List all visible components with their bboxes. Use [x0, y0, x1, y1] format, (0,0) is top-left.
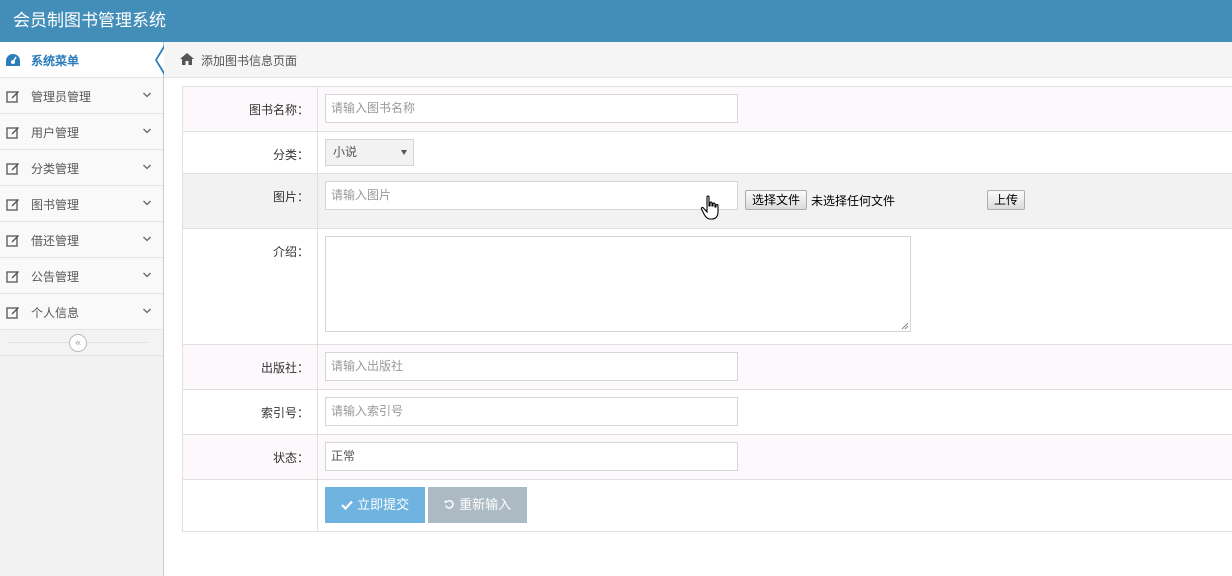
index-number-input[interactable]: 请输入索引号 — [325, 397, 738, 426]
form-row-category: 分类： 小说 — [183, 132, 1232, 174]
submit-button[interactable]: 立即提交 — [325, 487, 425, 523]
chevron-down-icon — [143, 164, 151, 170]
chevron-down-icon — [143, 128, 151, 134]
app-title: 会员制图书管理系统 — [13, 11, 166, 31]
sidebar-item-notices[interactable]: 公告管理 — [0, 258, 163, 294]
choose-file-button[interactable]: 选择文件 — [745, 190, 808, 210]
sidebar-item-users[interactable]: 用户管理 — [0, 114, 163, 150]
intro-textarea[interactable] — [325, 236, 911, 332]
reset-label: 重新输入 — [459, 498, 512, 513]
sidebar-collapse-row: « — [0, 330, 163, 356]
name-label: 图书名称： — [183, 87, 318, 131]
form-row-name: 图书名称： 请输入图书名称 — [183, 87, 1232, 132]
dashboard-icon — [6, 54, 20, 66]
status-input[interactable]: 正常 — [325, 442, 738, 471]
sidebar-item-label: 分类管理 — [31, 162, 80, 176]
image-label: 图片： — [183, 174, 318, 228]
image-input[interactable]: 请输入图片 — [325, 181, 738, 210]
upload-button[interactable]: 上传 — [987, 190, 1026, 210]
intro-label: 介绍： — [183, 229, 318, 344]
edit-icon — [6, 127, 19, 139]
sidebar-item-books[interactable]: 图书管理 — [0, 186, 163, 222]
form-row-status: 状态： 正常 — [183, 435, 1232, 480]
sidebar-item-admin[interactable]: 管理员管理 — [0, 78, 163, 114]
sidebar-item-borrow[interactable]: 借还管理 — [0, 222, 163, 258]
chevron-down-icon — [143, 236, 151, 242]
index-label: 索引号： — [183, 390, 318, 434]
form-row-publisher: 出版社： 请输入出版社 — [183, 345, 1232, 390]
category-select[interactable]: 小说 — [325, 139, 414, 166]
resize-grip-icon[interactable] — [901, 322, 909, 330]
edit-icon — [6, 235, 19, 247]
breadcrumb: 添加图书信息页面 — [164, 42, 1232, 78]
chevron-down-icon — [143, 92, 151, 98]
status-label: 状态： — [183, 435, 318, 479]
reset-button[interactable]: 重新输入 — [428, 487, 527, 523]
edit-icon — [6, 199, 19, 211]
hand-cursor-icon — [700, 195, 719, 220]
sidebar-collapse-button[interactable]: « — [69, 334, 87, 352]
chevron-down-icon — [143, 308, 151, 314]
home-icon — [180, 53, 194, 65]
sidebar-item-categories[interactable]: 分类管理 — [0, 150, 163, 186]
book-name-input[interactable]: 请输入图书名称 — [325, 94, 738, 123]
category-selected-value: 小说 — [333, 145, 358, 159]
top-header: 会员制图书管理系统 — [0, 0, 1232, 42]
sidebar: 系统菜单 管理员管理 用户管理 分类管理 图书管理 借还管理 公告管理 个人信息 — [0, 42, 165, 576]
edit-icon — [6, 271, 19, 283]
chevron-down-icon — [143, 272, 151, 278]
sidebar-item-label: 个人信息 — [31, 306, 80, 320]
sidebar-item-label: 借还管理 — [31, 234, 80, 248]
sidebar-item-label: 管理员管理 — [31, 90, 92, 104]
edit-icon — [6, 307, 19, 319]
check-icon — [341, 500, 353, 511]
submit-label: 立即提交 — [357, 498, 410, 513]
edit-icon — [6, 163, 19, 175]
breadcrumb-text: 添加图书信息页面 — [201, 54, 298, 68]
file-status-text: 未选择任何文件 — [811, 194, 896, 208]
sidebar-item-profile[interactable]: 个人信息 — [0, 294, 163, 330]
form-row-intro: 介绍： — [183, 229, 1232, 345]
sidebar-item-label: 图书管理 — [31, 198, 80, 212]
add-book-form: 图书名称： 请输入图书名称 分类： 小说 图片： 请输入图片 选择文件 未选择任… — [182, 86, 1232, 532]
publisher-input[interactable]: 请输入出版社 — [325, 352, 738, 381]
sidebar-item-label: 用户管理 — [31, 126, 80, 140]
publisher-label: 出版社： — [183, 345, 318, 389]
sidebar-menu-header[interactable]: 系统菜单 — [0, 42, 165, 78]
category-label: 分类： — [183, 132, 318, 173]
form-row-actions: 立即提交 重新输入 — [183, 480, 1232, 532]
caret-down-icon — [401, 150, 407, 155]
chevron-down-icon — [143, 200, 151, 206]
sidebar-menu-label: 系统菜单 — [31, 54, 80, 68]
undo-icon — [444, 499, 454, 509]
edit-icon — [6, 91, 19, 103]
form-row-index: 索引号： 请输入索引号 — [183, 390, 1232, 435]
sidebar-item-label: 公告管理 — [31, 270, 80, 284]
